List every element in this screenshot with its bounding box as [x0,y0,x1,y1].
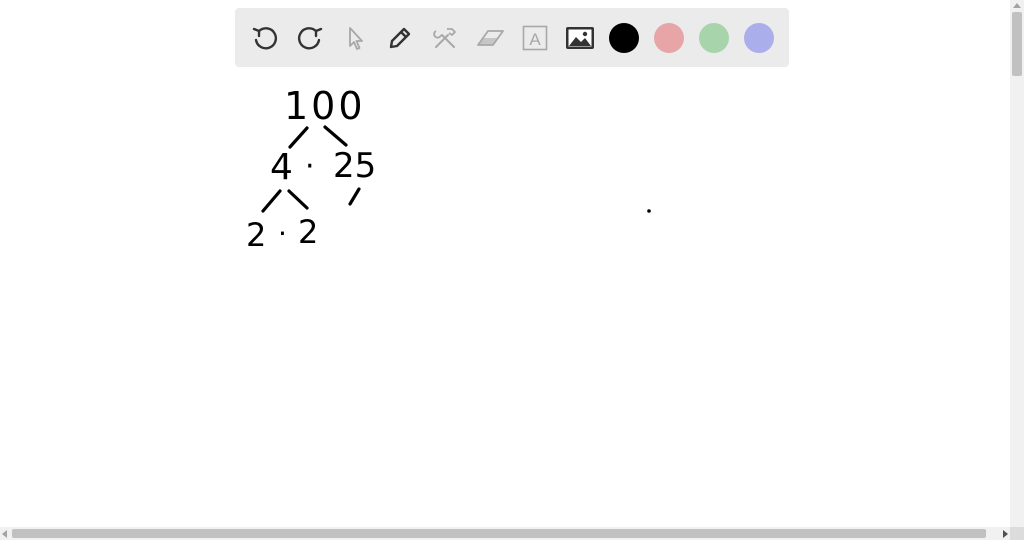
factor-tree-right-factor: 25 [333,146,376,186]
horizontal-scrollbar[interactable] [0,527,1010,540]
branch-root-left [288,126,309,149]
factor-tree-operator-2: · [278,217,287,250]
factor-tree-leaf-left: 2 [246,216,266,254]
horizontal-scroll-thumb[interactable] [12,529,986,538]
vertical-scrollbar[interactable] [1010,0,1024,527]
factor-tree-operator-1: · [305,149,315,184]
branch-root-right [323,125,348,147]
vertical-scroll-thumb[interactable] [1012,12,1022,76]
stray-dot [647,209,651,213]
branch-four-right [287,189,309,210]
branch-four-left [261,189,282,213]
factor-tree-left-factor: 4 [270,147,293,188]
scroll-up-arrow-icon[interactable] [1013,3,1021,8]
factor-tree-leaf-right: 2 [298,213,318,251]
handwritten-factor-tree: 100 4 · 25 2 · 2 [246,84,651,254]
scroll-left-arrow-icon[interactable] [2,530,7,538]
branch-twentyfive-left [348,187,361,206]
factor-tree-root: 100 [284,84,366,128]
scroll-right-arrow-icon[interactable] [1003,530,1008,538]
scrollbar-corner [1010,527,1024,540]
